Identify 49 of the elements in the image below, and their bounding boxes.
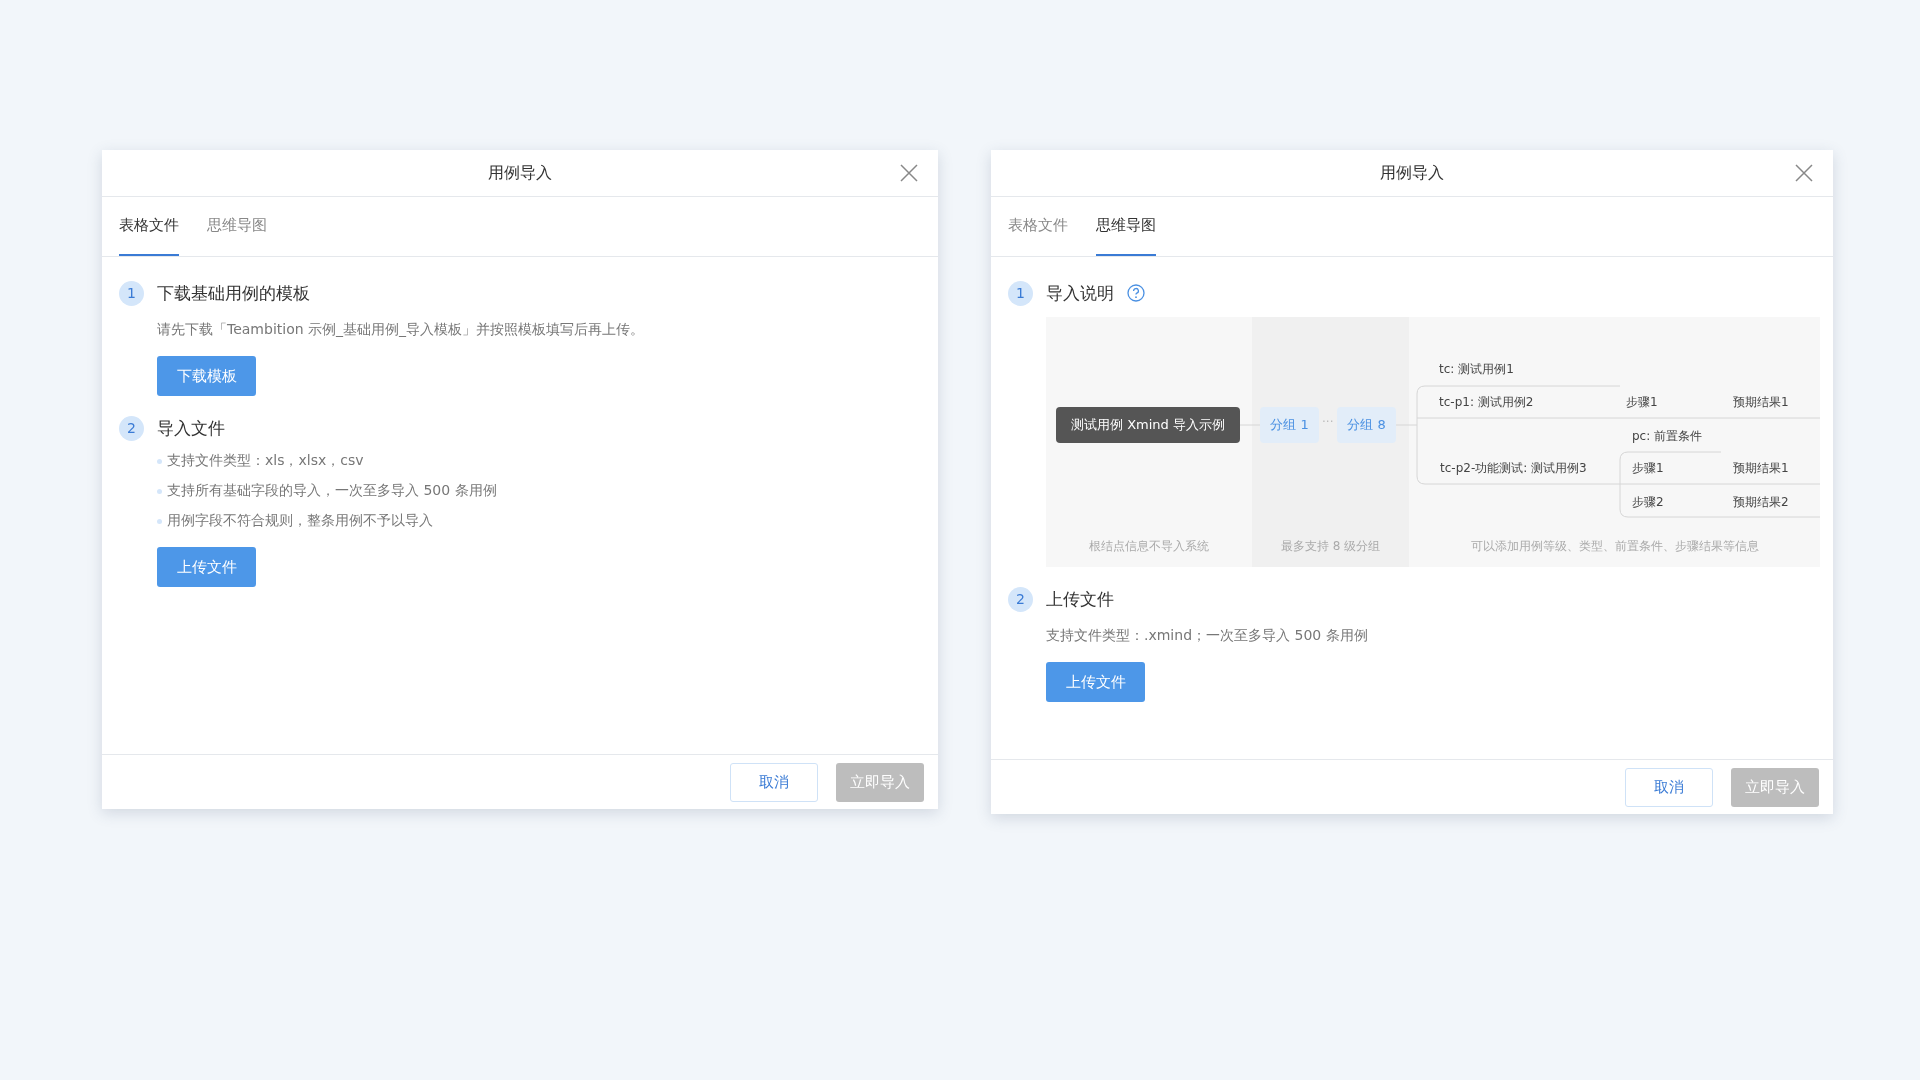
close-icon <box>898 162 920 184</box>
primary-button[interactable]: 上传文件 <box>157 547 256 587</box>
bullet-text: 用例字段不符合规则，整条用例不予以导入 <box>167 512 433 530</box>
step-description: 请先下载「Teambition 示例_基础用例_导入模板」并按照模板填写后再上传。 <box>157 321 645 339</box>
bullet-dot <box>157 518 162 524</box>
step-heading: 导入文件 <box>157 416 225 440</box>
mindmap-node-label: 预期结果1 <box>1733 393 1789 411</box>
step-number: 2 <box>1008 586 1033 612</box>
step-heading: 上传文件 <box>1046 587 1114 611</box>
mindmap-node-label: 预期结果1 <box>1733 459 1789 477</box>
root-node: 测试用例 Xmind 导入示例 <box>1056 407 1240 443</box>
primary-button[interactable]: 上传文件 <box>1046 662 1145 702</box>
step-description: 支持文件类型：.xmind；一次至多导入 500 条用例 <box>1046 627 1368 645</box>
column-caption: 可以添加用例等级、类型、前置条件、步骤结果等信息 <box>1470 538 1759 555</box>
mindmap-node-label: 预期结果2 <box>1733 493 1789 511</box>
step-number: 1 <box>119 280 144 306</box>
help-icon[interactable] <box>1127 284 1145 302</box>
step-heading: 下载基础用例的模板 <box>157 281 310 305</box>
mindmap-node-label: 步骤1 <box>1632 459 1664 477</box>
step-heading: 导入说明 <box>1046 281 1114 305</box>
close-button[interactable] <box>898 162 920 184</box>
mindmap-node-label: tc: 测试用例1 <box>1439 360 1514 378</box>
bullet-dot <box>157 458 162 464</box>
dialog-title: 用例导入 <box>488 162 552 184</box>
tab[interactable]: 表格文件 <box>119 197 179 256</box>
column-caption: 最多支持 8 级分组 <box>1280 538 1381 555</box>
bullet-text: 支持所有基础字段的导入，一次至多导入 500 条用例 <box>167 482 497 500</box>
tab[interactable]: 思维导图 <box>207 197 267 256</box>
mindmap-node-label: tc-p1: 测试用例2 <box>1439 393 1534 411</box>
close-button[interactable] <box>1793 162 1815 184</box>
group-node: 分组 1 <box>1260 407 1319 443</box>
footer-button[interactable]: 取消 <box>1625 767 1713 807</box>
group-node: 分组 8 <box>1337 407 1396 443</box>
mindmap-node-label: pc: 前置条件 <box>1632 427 1703 445</box>
close-icon <box>1793 162 1815 184</box>
mindmap-node-label: 步骤1 <box>1626 393 1658 411</box>
tab[interactable]: 表格文件 <box>1008 197 1068 256</box>
mindmap-node-label: tc-p2-功能测试: 测试用例3 <box>1440 459 1587 477</box>
tab[interactable]: 思维导图 <box>1096 197 1156 256</box>
primary-button[interactable]: 下载模板 <box>157 356 256 396</box>
bullet-text: 支持文件类型：xls，xlsx，csv <box>167 452 364 470</box>
dialog-title: 用例导入 <box>1380 162 1444 184</box>
step-number: 2 <box>119 415 144 441</box>
column-caption: 根结点信息不导入系统 <box>1089 538 1209 555</box>
footer-button[interactable]: 取消 <box>730 762 818 802</box>
ellipsis-separator: ··· <box>1322 415 1334 429</box>
mindmap-node-label: 步骤2 <box>1632 493 1664 511</box>
step-number: 1 <box>1008 280 1033 306</box>
bullet-dot <box>157 488 162 494</box>
